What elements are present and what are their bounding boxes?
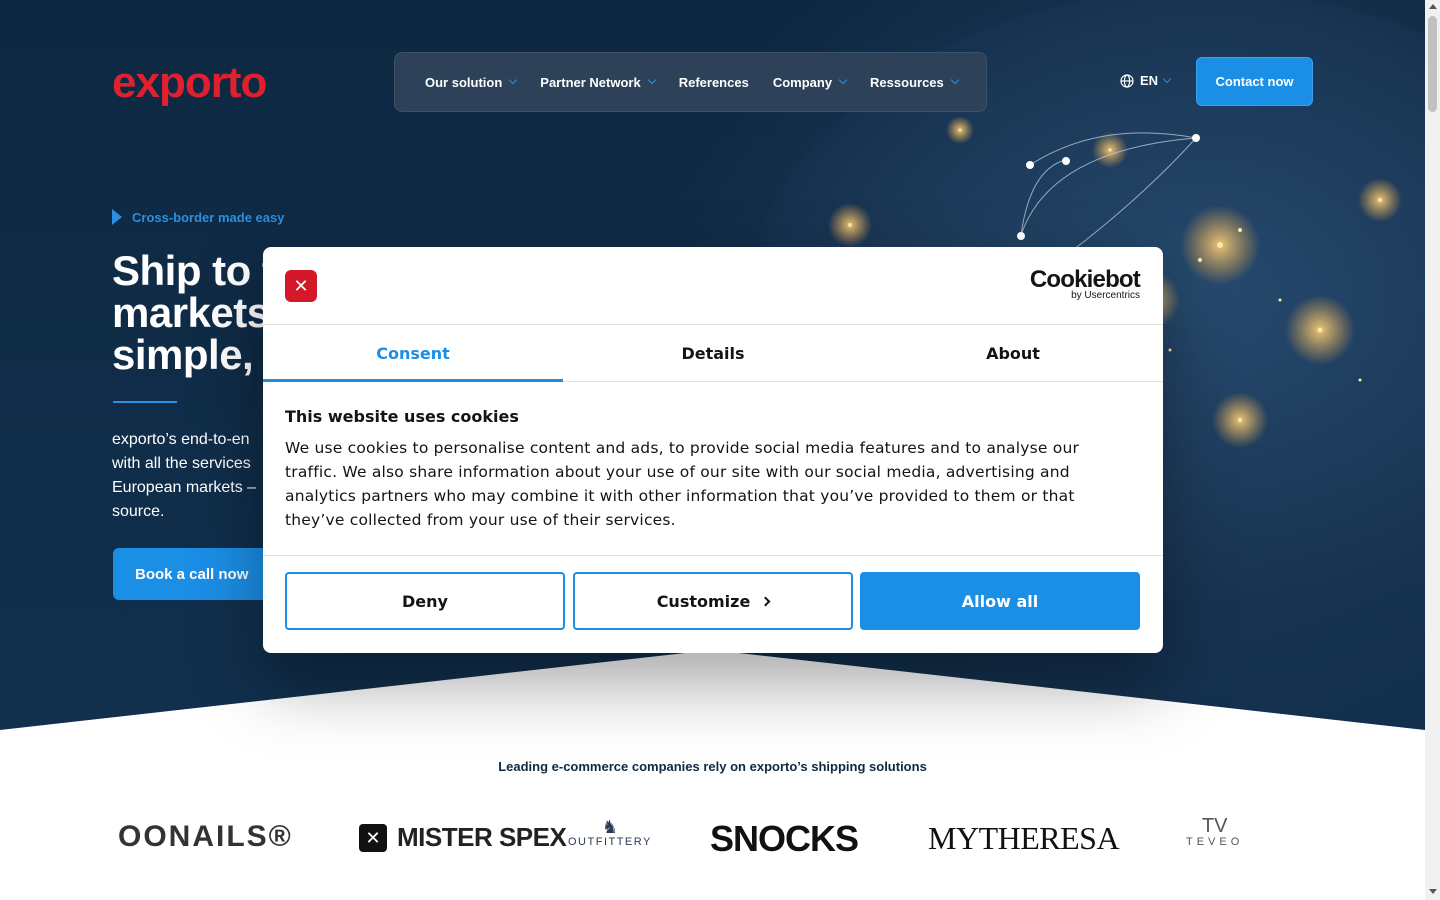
- language-switcher[interactable]: EN: [1120, 73, 1172, 88]
- dialog-footer: Deny Customize Allow all: [263, 555, 1163, 653]
- tab-consent[interactable]: Consent: [263, 325, 563, 382]
- nav-our-solution[interactable]: Our solution: [425, 74, 518, 90]
- dialog-header: ✕ Cookiebot by Usercentrics: [263, 247, 1163, 325]
- chevron-right-icon: [760, 596, 771, 606]
- exporto-icon: ✕: [285, 270, 317, 302]
- page: exporto Our solution Partner Network Ref…: [0, 0, 1440, 900]
- deny-button[interactable]: Deny: [285, 572, 565, 630]
- logo-text: exporto: [112, 58, 267, 107]
- nav-label: Ressources: [870, 74, 944, 90]
- brand-logos: OONAILS® ✕ MISTER SPEX ♞ OUTFITTERY SNOC…: [112, 810, 1312, 870]
- main-nav: Our solution Partner Network References …: [394, 52, 987, 112]
- outfittery-icon: ♞: [601, 817, 618, 837]
- dialog-title: This website uses cookies: [285, 407, 519, 426]
- brand-label: MISTER SPEX: [397, 822, 567, 852]
- chevron-down-icon: [509, 75, 518, 85]
- chevron-down-icon: [647, 75, 656, 85]
- brand-label: OUTFITTERY: [568, 836, 652, 848]
- exporto-logo[interactable]: exporto: [112, 58, 267, 108]
- eyebrow-text: Cross-border made easy: [132, 209, 285, 225]
- scrollbar-thumb[interactable]: [1428, 16, 1437, 112]
- brand-outfittery: ♞ OUTFITTERY: [568, 818, 652, 848]
- scroll-up-arrow-icon[interactable]: [1429, 4, 1437, 9]
- dialog-body: This website uses cookies We use cookies…: [285, 407, 1105, 532]
- chevron-down-icon: [950, 75, 960, 85]
- chevron-down-icon: [838, 75, 848, 85]
- customize-button[interactable]: Customize: [573, 572, 853, 630]
- deny-label: Deny: [402, 591, 448, 611]
- mister-spex-icon: ✕: [359, 823, 387, 852]
- nav-label: Company: [772, 74, 833, 90]
- allow-all-button[interactable]: Allow all: [860, 572, 1140, 630]
- trust-heading: Leading e-commerce companies rely on exp…: [498, 759, 927, 774]
- language-label: EN: [1140, 73, 1159, 88]
- globe-icon: [1120, 73, 1134, 88]
- cookiebot-logo[interactable]: Cookiebot by Usercentrics: [1030, 267, 1141, 301]
- book-a-call-button[interactable]: Book a call now: [113, 548, 283, 600]
- nav-company[interactable]: Company: [772, 74, 848, 90]
- teveo-icon: TV: [1201, 815, 1228, 837]
- customize-label: Customize: [656, 591, 751, 611]
- headline-divider: [113, 401, 177, 403]
- dialog-tabs: Consent Details About: [263, 325, 1163, 382]
- brand-teveo: TV TEVEO: [1186, 816, 1243, 848]
- nav-label: Partner Network: [540, 74, 641, 90]
- scroll-down-arrow-icon[interactable]: [1429, 889, 1437, 894]
- brand-mister-spex: ✕ MISTER SPEX: [359, 822, 567, 853]
- nav-references[interactable]: References: [679, 75, 749, 90]
- brand-snocks: SNOCKS: [710, 818, 859, 859]
- tab-about[interactable]: About: [863, 325, 1163, 381]
- chevron-right-icon: [112, 209, 122, 225]
- hero-eyebrow: Cross-border made easy: [112, 209, 284, 225]
- dialog-description: We use cookies to personalise content an…: [285, 439, 1080, 529]
- brand-mytheresa: MYTHERESA: [928, 820, 1120, 856]
- nav-ressources[interactable]: Ressources: [870, 74, 960, 90]
- tab-details[interactable]: Details: [563, 325, 863, 381]
- brand-label: TEVEO: [1186, 836, 1244, 848]
- nav-partner-network[interactable]: Partner Network: [540, 74, 656, 90]
- page-scrollbar[interactable]: [1425, 0, 1440, 900]
- allow-all-label: Allow all: [961, 591, 1039, 611]
- contact-now-button[interactable]: Contact now: [1196, 57, 1313, 106]
- brand-oonails: OONAILS®: [118, 820, 293, 853]
- nav-label: Our solution: [425, 74, 503, 90]
- nav-label: References: [678, 74, 749, 90]
- cookie-consent-dialog: ✕ Cookiebot by Usercentrics Consent Deta…: [263, 247, 1163, 653]
- chevron-down-icon: [1162, 74, 1172, 83]
